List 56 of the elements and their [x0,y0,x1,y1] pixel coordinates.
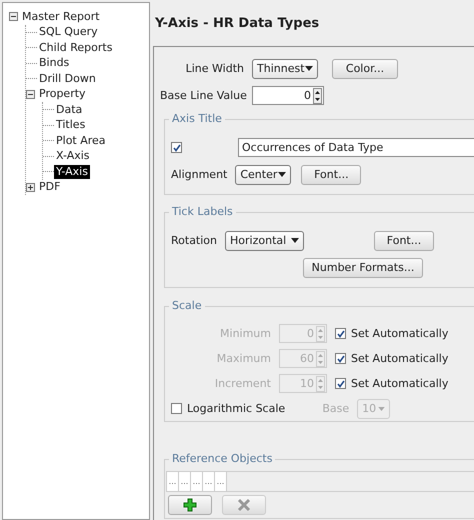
group-legend: Reference Objects [169,452,276,465]
close-icon [237,498,251,512]
tree-item[interactable]: SQL Query [37,25,100,40]
axis-title-field[interactable]: Occurrences of Data Type [238,138,474,157]
page-title: Y-Axis - HR Data Types [154,14,320,32]
expand-icon[interactable] [26,182,35,192]
add-button[interactable] [168,495,212,516]
rotation-dropdown[interactable]: Horizontal [225,230,304,250]
group-legend: Scale [169,299,205,312]
field-label: Increment [214,377,271,390]
checkbox[interactable] [171,403,182,414]
color-button[interactable]: Color... [332,58,398,78]
field-label: Base [321,402,350,415]
field-label: Line Width [184,62,244,75]
tree-item[interactable]: Data [54,102,84,117]
tree-item[interactable]: Binds [37,56,72,70]
tree-item[interactable]: Drill Down [37,72,98,86]
collapse-icon[interactable] [9,12,18,22]
checkbox-label: Set Automatically [351,352,448,365]
checkbox[interactable] [171,142,182,153]
tree-item[interactable]: Property [37,87,88,102]
checkbox-label: Set Automatically [351,327,448,340]
font-button[interactable]: Font... [374,230,434,250]
caret-icon [278,172,286,177]
column-header[interactable]: ... [167,472,179,491]
checkbox-label: Set Automatically [351,377,448,390]
tree-item[interactable]: X-Axis [54,149,92,164]
alignment-dropdown[interactable]: Center [235,164,292,184]
caret-icon [378,406,386,410]
tree-item[interactable]: Titles [54,118,88,132]
group-legend: Axis Title [169,112,225,125]
field-label: Minimum [219,327,271,340]
field-label: Base Line Value [160,89,244,102]
field-label: Rotation [171,234,218,247]
column-header[interactable]: ... [215,472,227,491]
field-label: Maximum [216,352,271,365]
tree-item[interactable]: PDF [37,180,62,194]
tree-item[interactable]: Master Report [20,10,102,24]
caret-icon [305,66,313,71]
caret-icon [291,238,300,243]
column-header[interactable]: ... [191,472,203,491]
number-formats-button[interactable]: Number Formats... [303,258,423,278]
plus-icon [183,498,197,512]
base-line-spinner[interactable]: 0 [252,86,324,105]
font-button[interactable]: Font... [301,164,362,184]
line-width-dropdown[interactable]: Thinnest [252,58,318,78]
collapse-icon[interactable] [26,90,35,99]
tree-item[interactable]: Y-Axis [54,164,90,179]
group-legend: Tick Labels [169,205,236,218]
field-label: Alignment [171,168,228,181]
column-header[interactable]: ... [203,472,215,491]
tree-item[interactable]: Child Reports [37,40,114,55]
column-header[interactable]: ... [179,472,191,491]
spinner-arrows-icon[interactable] [313,88,322,104]
checkbox-label: Logarithmic Scale [187,402,286,415]
tree-item[interactable]: Plot Area [54,134,108,148]
